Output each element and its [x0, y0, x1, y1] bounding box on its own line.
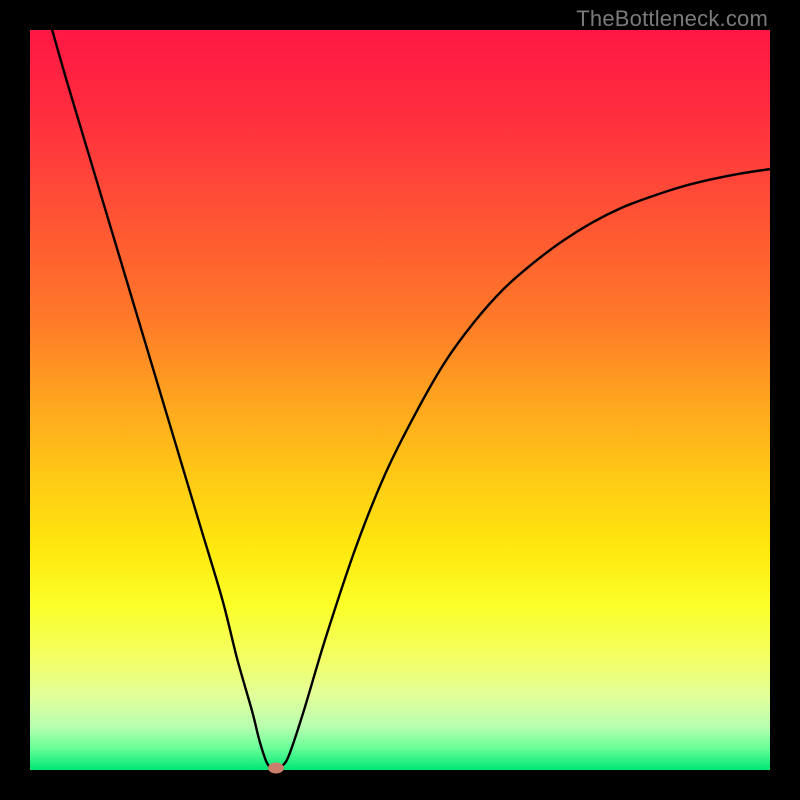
plot-area	[30, 30, 770, 770]
chart-frame	[30, 30, 770, 770]
watermark-text: TheBottleneck.com	[576, 6, 768, 32]
bottleneck-curve	[30, 30, 770, 770]
minimum-marker	[268, 762, 284, 773]
